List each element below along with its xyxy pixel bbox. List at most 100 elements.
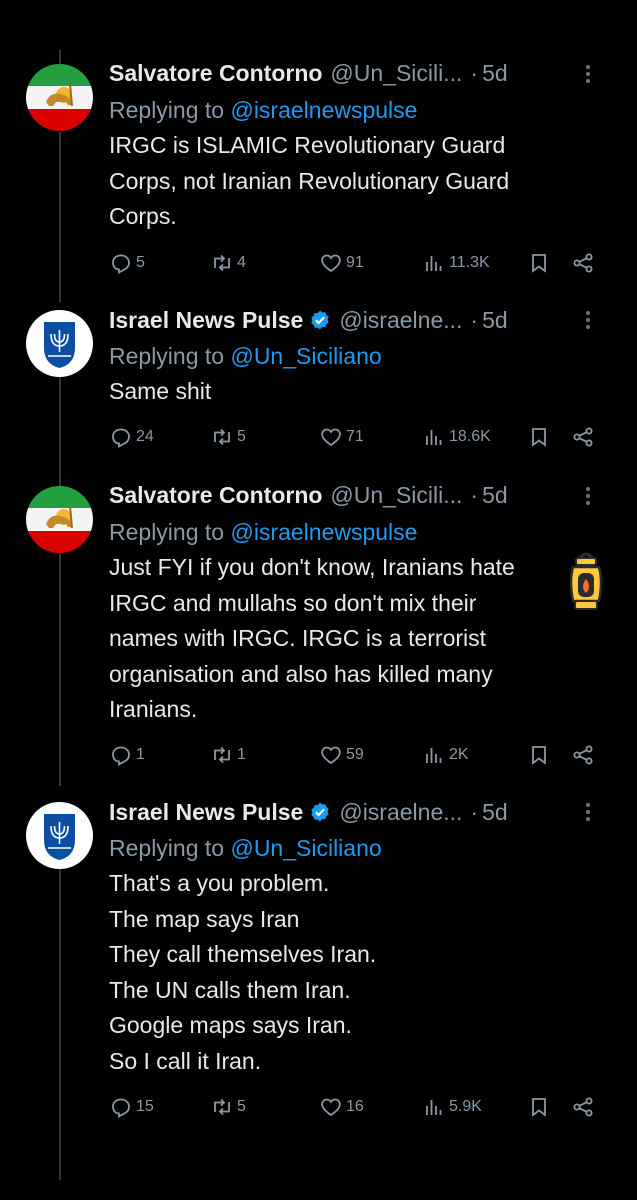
- view-count: 18.6K: [449, 428, 491, 445]
- reply-icon: [112, 428, 130, 449]
- thread-line: [59, 856, 61, 1180]
- views-button[interactable]: 18.6K: [422, 425, 491, 449]
- share-button[interactable]: [571, 1095, 597, 1119]
- share-icon: [573, 745, 593, 765]
- more-icon[interactable]: [581, 62, 595, 88]
- reply-button[interactable]: 5: [109, 251, 145, 275]
- reply-count: 15: [136, 1098, 154, 1115]
- separator-dot: ·: [470, 482, 479, 508]
- reply-count: 1: [136, 746, 145, 763]
- views-icon: [426, 430, 442, 445]
- reply-icon: [112, 254, 130, 275]
- tweet-text-line: The map says Iran: [109, 905, 300, 932]
- display-name[interactable]: Salvatore Contorno: [109, 482, 322, 509]
- user-handle[interactable]: @israelne...: [339, 307, 462, 334]
- replying-to: Replying to @israelnewspulse: [109, 514, 617, 550]
- israel-emblem-icon: [26, 310, 93, 377]
- action-bar: 1 1 59 2K: [109, 743, 609, 773]
- separator-dot: ·: [470, 60, 479, 86]
- israel-emblem-icon: [26, 802, 93, 869]
- replying-to: Replying to @israelnewspulse: [109, 92, 617, 128]
- bookmark-icon: [532, 254, 546, 273]
- retweet-count: 4: [237, 254, 246, 271]
- thread-line: [59, 50, 61, 64]
- views-button[interactable]: 11.3K: [422, 251, 490, 275]
- reply-count: 5: [136, 254, 145, 271]
- share-icon: [573, 427, 593, 447]
- replying-prefix: Replying to: [109, 343, 231, 369]
- tweet-text-line: IRGC is ISLAMIC Revolutionary Guard: [109, 132, 506, 158]
- action-bar: 15 5 16 5.9K: [109, 1095, 609, 1125]
- bookmark-button[interactable]: [527, 425, 553, 449]
- like-button[interactable]: 16: [319, 1095, 364, 1119]
- timestamp[interactable]: 5d: [482, 60, 508, 87]
- more-icon[interactable]: [581, 484, 595, 510]
- user-handle[interactable]: @Un_Sicili...: [330, 60, 462, 87]
- retweet-count: 5: [237, 428, 246, 445]
- avatar[interactable]: [26, 486, 93, 553]
- tweet-text-line: That's a you problem.: [109, 870, 330, 896]
- reply-button[interactable]: 15: [109, 1095, 154, 1119]
- display-name[interactable]: Salvatore Contorno: [109, 60, 322, 87]
- display-name[interactable]: Israel News Pulse: [109, 799, 303, 826]
- timestamp[interactable]: 5d: [482, 482, 508, 509]
- retweet-button[interactable]: 5: [210, 1095, 246, 1119]
- like-button[interactable]: 91: [319, 251, 364, 275]
- display-name[interactable]: Israel News Pulse: [109, 307, 303, 334]
- like-button[interactable]: 59: [319, 743, 364, 767]
- share-button[interactable]: [571, 251, 597, 275]
- timestamp[interactable]: 5d: [482, 799, 508, 826]
- views-icon: [426, 256, 442, 271]
- timestamp[interactable]: 5d: [482, 307, 508, 334]
- retweet-icon: [214, 428, 230, 446]
- like-button[interactable]: 71: [319, 425, 364, 449]
- view-count: 2K: [449, 746, 469, 763]
- user-handle[interactable]: @israelne...: [339, 799, 462, 826]
- more-icon[interactable]: [581, 800, 595, 826]
- like-count: 59: [346, 746, 364, 763]
- views-icon: [426, 1100, 442, 1115]
- action-bar: 24 5 71 18.6K: [109, 425, 609, 455]
- more-icon[interactable]: [581, 308, 595, 334]
- share-button[interactable]: [571, 743, 597, 767]
- reply-button[interactable]: 1: [109, 743, 145, 767]
- user-handle[interactable]: @Un_Sicili...: [330, 482, 462, 509]
- like-count: 16: [346, 1098, 364, 1115]
- verified-badge-icon: [311, 310, 329, 330]
- bookmark-icon: [532, 1098, 546, 1117]
- views-button[interactable]: 5.9K: [422, 1095, 482, 1119]
- bookmark-button[interactable]: [527, 251, 553, 275]
- tweet-text-line: They call themselves Iran.: [109, 941, 377, 967]
- iran-lion-sun-flag-icon: [26, 486, 93, 553]
- replying-to-link[interactable]: @israelnewspulse: [230, 97, 417, 123]
- tweet-text-line: So I call it Iran.: [109, 1047, 262, 1074]
- tweet-text-line: Iranians.: [109, 696, 198, 722]
- replying-to-link[interactable]: @israelnewspulse: [230, 519, 417, 545]
- heart-icon: [321, 254, 341, 273]
- views-button[interactable]: 2K: [422, 743, 469, 767]
- share-button[interactable]: [571, 425, 597, 449]
- avatar[interactable]: [26, 310, 93, 377]
- reply-button[interactable]: 24: [109, 425, 154, 449]
- views-icon: [426, 748, 442, 763]
- replying-to-link[interactable]: @Un_Siciliano: [230, 343, 381, 369]
- tweet-text: Just FYI if you don't know, Iranians hat…: [109, 550, 617, 728]
- replying-prefix: Replying to: [109, 97, 231, 123]
- bookmark-button[interactable]: [527, 743, 553, 767]
- heart-icon: [321, 428, 341, 447]
- bookmark-button[interactable]: [527, 1095, 553, 1119]
- replying-to-link[interactable]: @Un_Siciliano: [230, 835, 381, 861]
- tweet-text: That's a you problem. The map says Iran …: [109, 866, 617, 1079]
- lantern-emoji-icon: [569, 552, 603, 610]
- avatar[interactable]: [26, 802, 93, 869]
- bookmark-icon: [532, 428, 546, 447]
- retweet-button[interactable]: 5: [210, 425, 246, 449]
- thread-line: [59, 132, 61, 302]
- retweet-button[interactable]: 1: [210, 743, 246, 767]
- tweet-text-line: Same shit: [109, 378, 212, 404]
- replying-to: Replying to @Un_Siciliano: [109, 830, 617, 866]
- avatar[interactable]: [26, 64, 93, 131]
- tweet-text: IRGC is ISLAMIC Revolutionary Guard Corp…: [109, 128, 617, 235]
- retweet-button[interactable]: 4: [210, 251, 246, 275]
- heart-icon: [321, 746, 341, 765]
